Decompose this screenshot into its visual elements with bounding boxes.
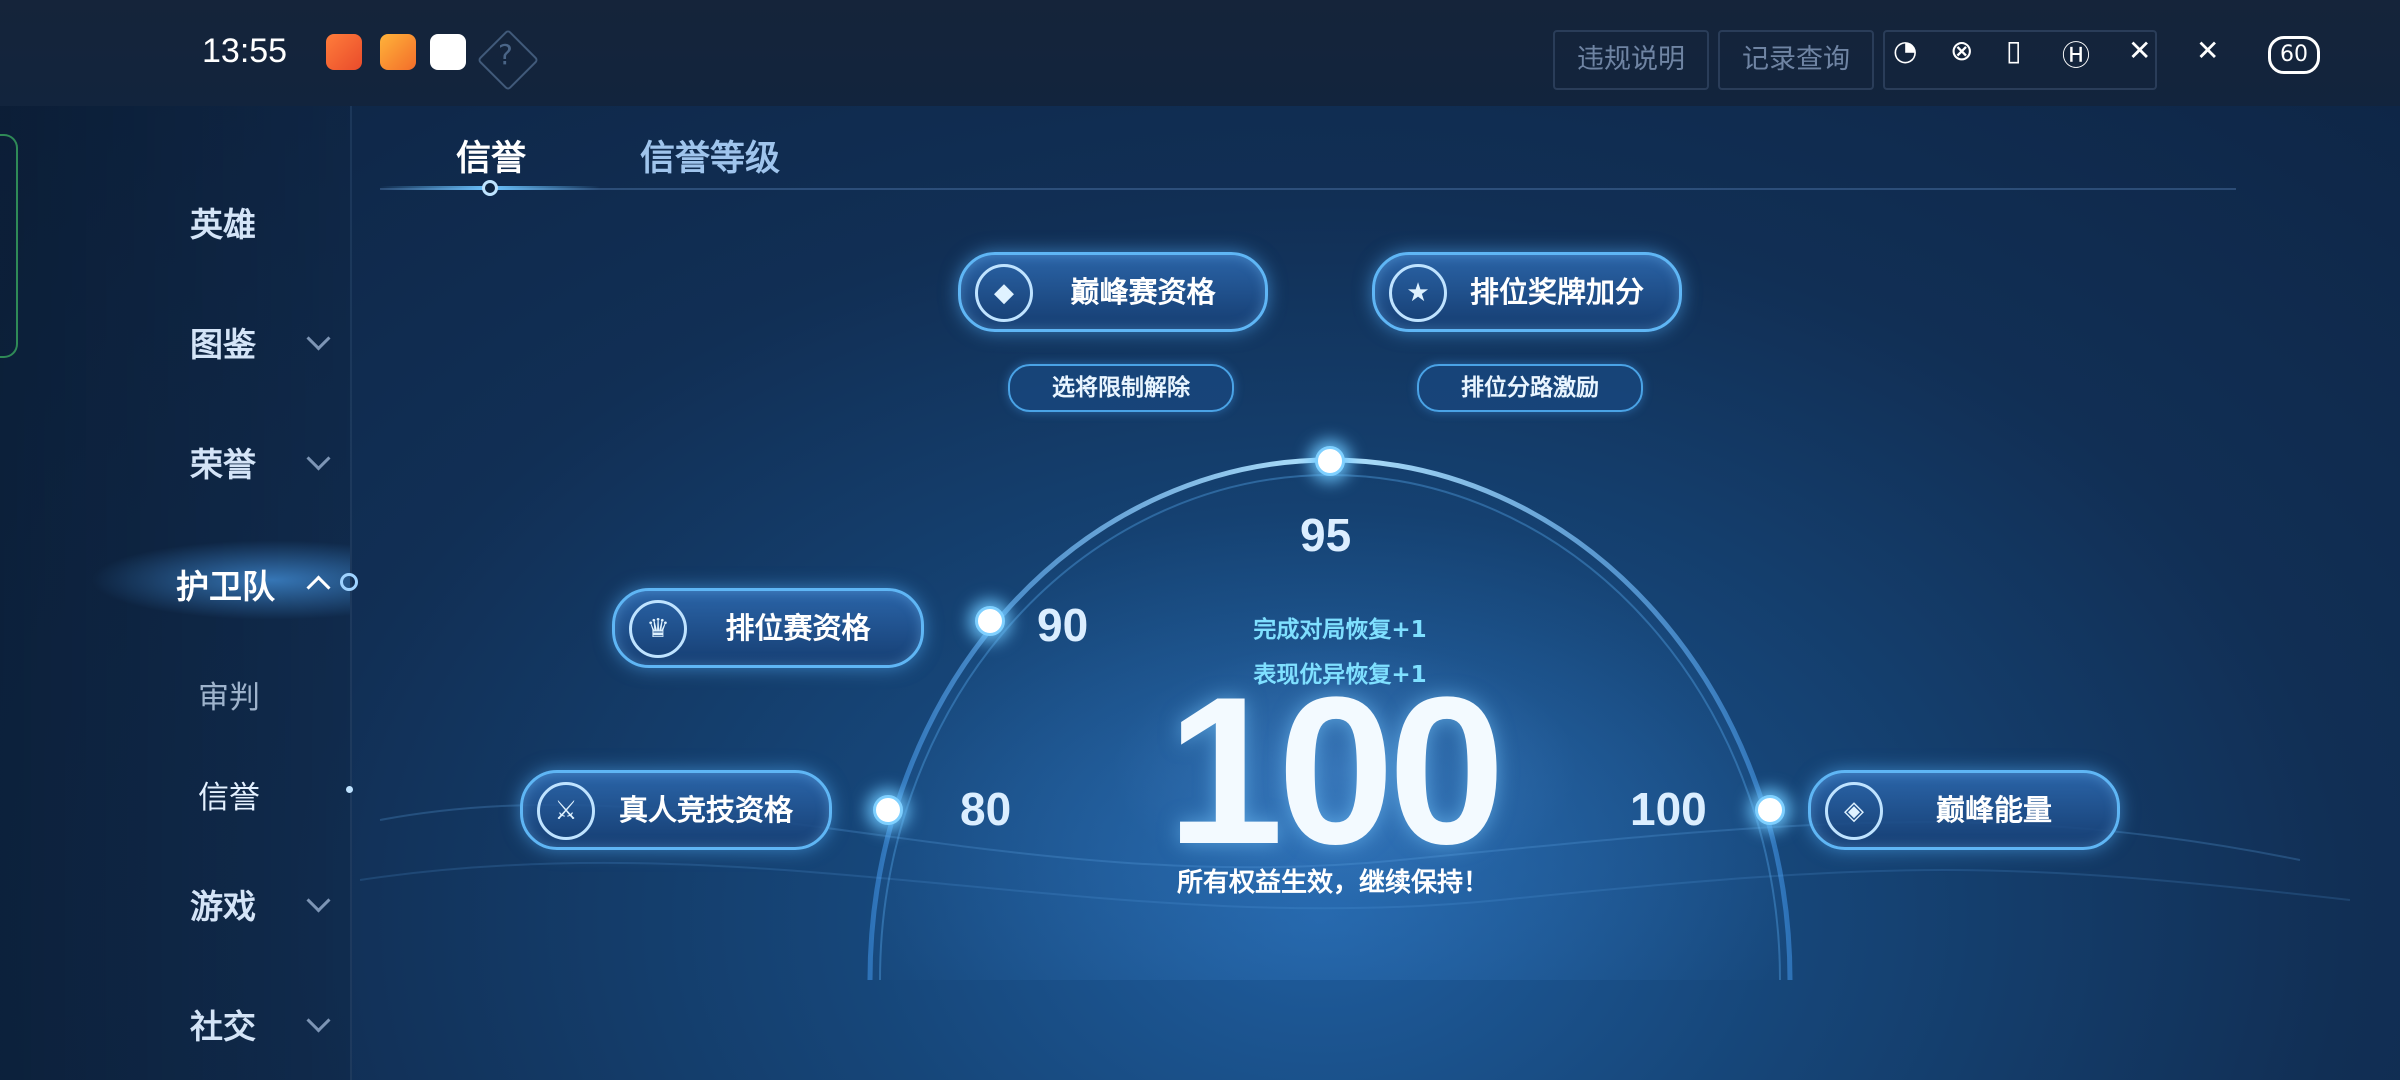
rank-lane-incentive-tag: 排位分路激励 bbox=[1417, 364, 1643, 412]
threshold-label-90: 90 bbox=[1037, 599, 1089, 651]
threshold-node-95 bbox=[1315, 446, 1345, 476]
threshold-node-80 bbox=[873, 795, 903, 825]
credit-score: 100 bbox=[1166, 653, 1505, 888]
recover-match-text: 完成对局恢复+1 bbox=[1253, 617, 1427, 643]
threshold-label-95: 95 bbox=[1300, 509, 1352, 561]
threshold-node-90 bbox=[975, 606, 1005, 636]
peak-qualification-badge[interactable]: ◆ 巅峰赛资格 bbox=[958, 252, 1268, 332]
ranked-qualification-badge[interactable]: ♛ 排位赛资格 bbox=[612, 588, 924, 668]
credit-arc bbox=[359, 457, 2351, 981]
credit-status-text: 所有权益生效，继续保持！ bbox=[1176, 868, 1489, 898]
threshold-label-100: 100 bbox=[1630, 783, 1707, 835]
peak-energy-badge[interactable]: ◈ 巅峰能量 bbox=[1808, 770, 2120, 850]
pick-limit-removed-tag: 选将限制解除 bbox=[1008, 364, 1234, 412]
rank-medal-bonus-badge[interactable]: ★ 排位奖牌加分 bbox=[1372, 252, 1682, 332]
real-player-qualification-badge[interactable]: ⚔ 真人竞技资格 bbox=[520, 770, 832, 850]
threshold-node-100 bbox=[1755, 795, 1785, 825]
threshold-label-80: 80 bbox=[960, 783, 1012, 835]
